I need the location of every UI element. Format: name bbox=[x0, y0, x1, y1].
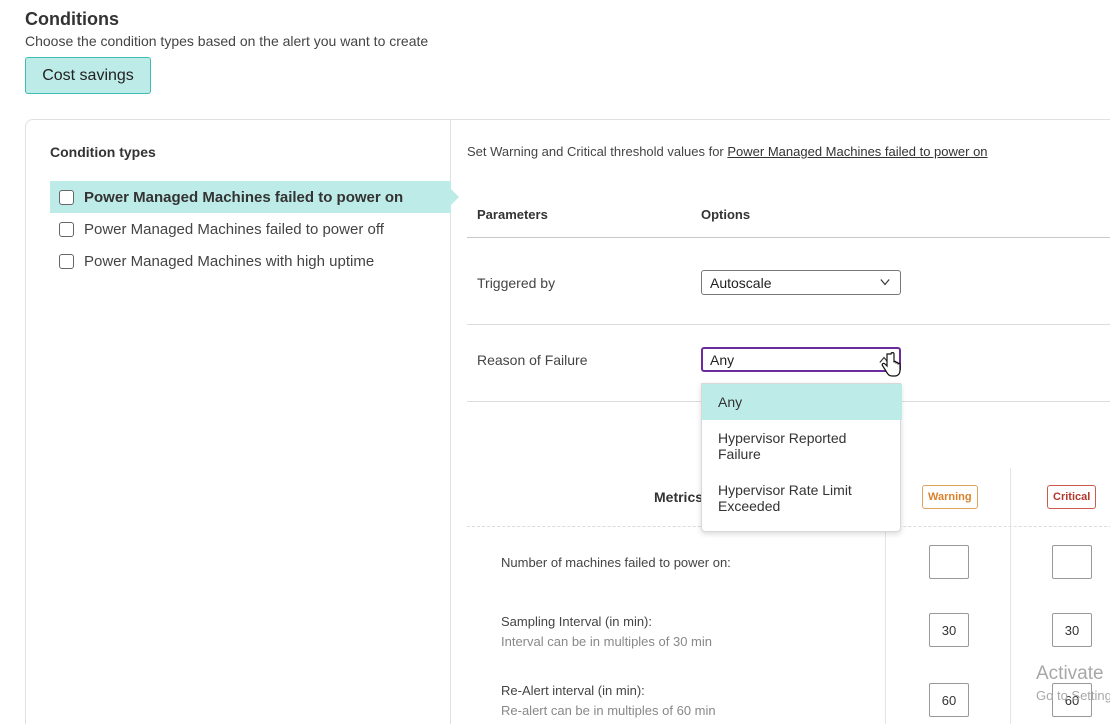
condition-link[interactable]: Power Managed Machines failed to power o… bbox=[727, 144, 987, 159]
condition-checkbox[interactable] bbox=[59, 253, 74, 269]
condition-label: Power Managed Machines failed to power o… bbox=[84, 220, 384, 238]
reason-of-failure-select[interactable]: Any bbox=[701, 347, 901, 372]
triggered-by-label: Triggered by bbox=[477, 275, 556, 291]
critical-sampling-interval-input[interactable]: 30 bbox=[1052, 613, 1092, 647]
row-divider bbox=[467, 324, 1110, 325]
dropdown-option-any[interactable]: Any bbox=[702, 384, 902, 420]
cost-savings-button[interactable]: Cost savings bbox=[25, 57, 151, 94]
reason-of-failure-dropdown: Any Hypervisor Reported Failure Hypervis… bbox=[701, 383, 902, 532]
options-column-header: Options bbox=[701, 207, 751, 222]
reason-of-failure-value: Any bbox=[710, 351, 735, 368]
metric-label-sampling-interval: Sampling Interval (in min): bbox=[501, 614, 652, 629]
metric-hint-realert-interval: Re-alert can be in multiples of 60 min bbox=[501, 703, 716, 718]
condition-label: Power Managed Machines with high uptime bbox=[84, 252, 375, 270]
condition-checkbox[interactable] bbox=[59, 189, 74, 205]
page-subtitle: Choose the condition types based on the … bbox=[25, 33, 429, 49]
activate-watermark-title: Activate bbox=[1036, 663, 1104, 684]
warning-realert-interval-input[interactable]: 60 bbox=[929, 683, 969, 717]
reason-of-failure-label: Reason of Failure bbox=[477, 352, 588, 368]
activate-watermark-subtitle: Go to Settings bbox=[1036, 688, 1110, 703]
page-title: Conditions bbox=[25, 9, 119, 29]
triggered-by-value: Autoscale bbox=[710, 274, 772, 291]
critical-column-divider bbox=[1010, 468, 1011, 724]
condition-types-heading: Condition types bbox=[50, 144, 156, 160]
dropdown-option-hypervisor-reported-failure[interactable]: Hypervisor Reported Failure bbox=[702, 430, 862, 462]
warning-failed-count-input[interactable] bbox=[929, 545, 969, 579]
condition-item-high-uptime[interactable]: Power Managed Machines with high uptime bbox=[50, 245, 451, 277]
critical-failed-count-input[interactable] bbox=[1052, 545, 1092, 579]
metric-label-failed-count: Number of machines failed to power on: bbox=[501, 555, 731, 570]
chevron-down-icon bbox=[880, 279, 890, 286]
dropdown-option-hypervisor-rate-limit-exceeded[interactable]: Hypervisor Rate Limit Exceeded bbox=[702, 482, 872, 514]
condition-item-power-on[interactable]: Power Managed Machines failed to power o… bbox=[50, 181, 459, 213]
condition-item-power-off[interactable]: Power Managed Machines failed to power o… bbox=[50, 213, 451, 245]
threshold-intro-text: Set Warning and Critical threshold value… bbox=[467, 144, 728, 159]
warning-sampling-interval-input[interactable]: 30 bbox=[929, 613, 969, 647]
warning-badge: Warning bbox=[922, 485, 978, 509]
condition-label: Power Managed Machines failed to power o… bbox=[84, 188, 404, 206]
metric-hint-sampling-interval: Interval can be in multiples of 30 min bbox=[501, 634, 712, 649]
parameters-column-header: Parameters bbox=[477, 207, 548, 222]
metrics-header: Metrics bbox=[654, 489, 704, 505]
critical-badge: Critical bbox=[1047, 485, 1097, 509]
hand-pointer-icon bbox=[881, 352, 901, 377]
triggered-by-select[interactable]: Autoscale bbox=[701, 270, 901, 295]
header-divider bbox=[467, 237, 1110, 238]
condition-checkbox[interactable] bbox=[59, 221, 74, 237]
metric-label-realert-interval: Re-Alert interval (in min): bbox=[501, 683, 645, 698]
threshold-intro: Set Warning and Critical threshold value… bbox=[467, 144, 988, 159]
